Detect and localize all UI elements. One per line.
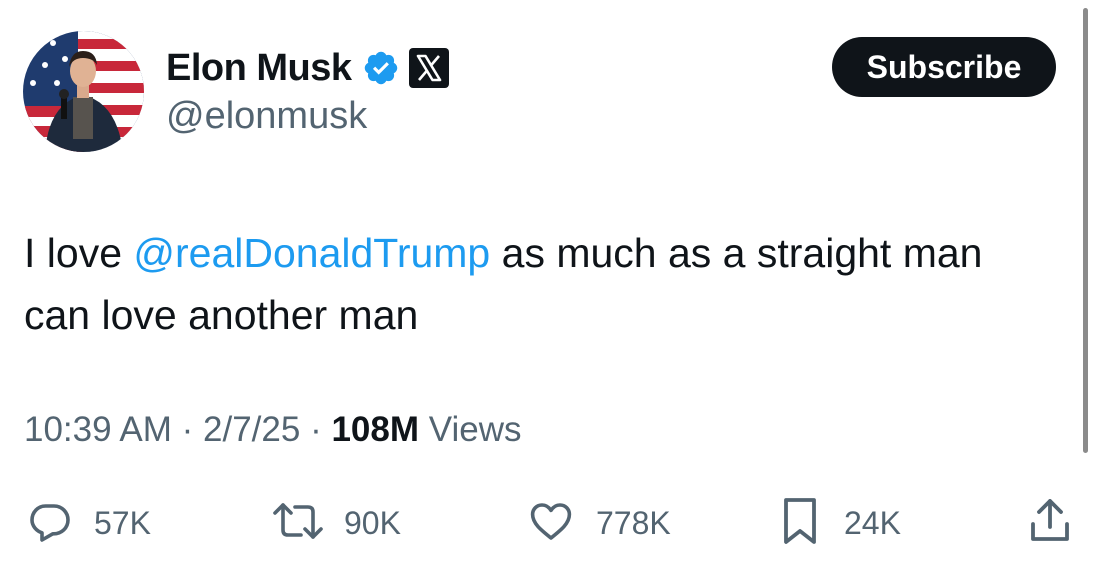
bookmark-count: 24K <box>844 504 901 541</box>
author-name-row: Elon Musk <box>166 42 450 94</box>
views-label: Views <box>428 410 522 449</box>
tweet-text-start: I love <box>24 230 134 276</box>
repost-icon <box>270 497 326 550</box>
reply-button[interactable]: 57K <box>26 496 151 550</box>
mention-link[interactable]: @realDonaldTrump <box>133 230 490 276</box>
share-icon <box>1026 496 1074 551</box>
author-handle[interactable]: @elonmusk <box>166 95 367 138</box>
repost-button[interactable]: 90K <box>270 496 401 550</box>
repost-count: 90K <box>344 504 401 541</box>
views-count: 108M <box>331 410 420 449</box>
like-count: 778K <box>596 504 671 541</box>
tweet-text: I love @realDonaldTrump as much as a str… <box>24 222 1024 346</box>
tweet-date[interactable]: 2/7/25 <box>203 410 300 449</box>
meta-separator: · <box>310 410 322 449</box>
tweet-time[interactable]: 10:39 AM <box>24 410 172 449</box>
x-affiliation-icon[interactable] <box>408 47 450 89</box>
scrollbar[interactable] <box>1083 8 1088 453</box>
heart-icon <box>526 497 576 550</box>
share-button[interactable] <box>1026 496 1074 550</box>
bookmark-icon <box>776 495 824 552</box>
reply-icon <box>26 497 74 550</box>
like-button[interactable]: 778K <box>526 496 671 550</box>
tweet-meta: 10:39 AM · 2/7/25 · 108M Views <box>24 410 521 450</box>
bookmark-button[interactable]: 24K <box>776 496 901 550</box>
action-bar: 57K 90K 778K 24K <box>0 496 1100 550</box>
subscribe-button[interactable]: Subscribe <box>832 37 1056 97</box>
meta-separator: · <box>181 410 194 449</box>
verified-badge-icon[interactable] <box>362 49 400 87</box>
reply-count: 57K <box>94 504 151 541</box>
author-display-name[interactable]: Elon Musk <box>166 47 352 90</box>
avatar[interactable] <box>23 31 144 152</box>
